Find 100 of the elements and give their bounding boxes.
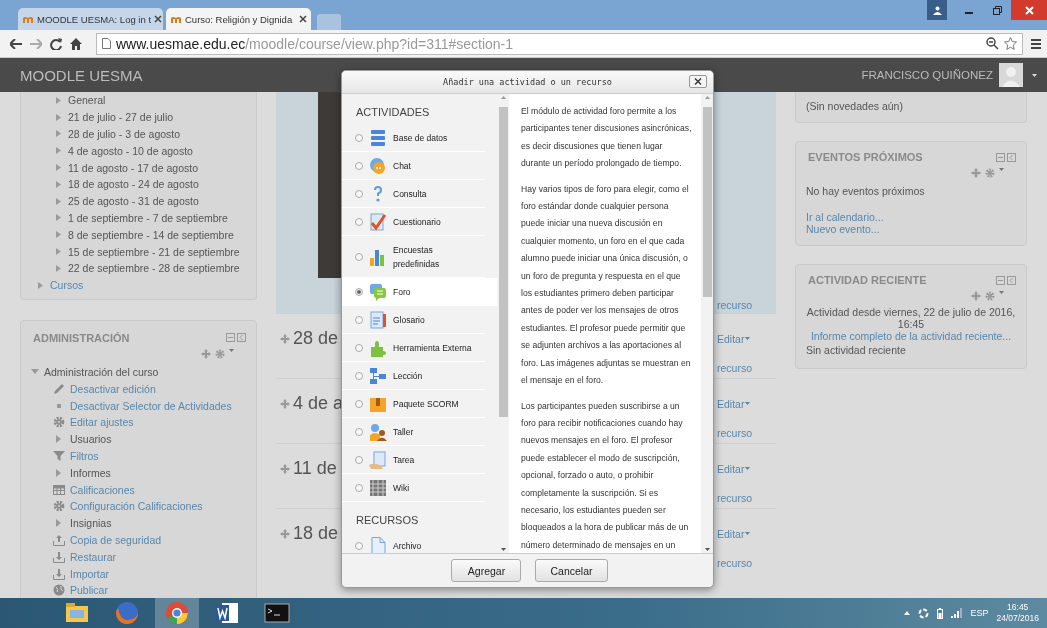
module-option[interactable]: Base de datos: [342, 124, 485, 152]
edit-menu-link[interactable]: Editar: [717, 462, 752, 475]
back-icon[interactable]: [10, 38, 22, 49]
move-icon[interactable]: [280, 333, 290, 344]
forward-icon[interactable]: [30, 38, 42, 49]
tree-item[interactable]: 8 de septiembre - 14 de septiembre: [68, 228, 234, 241]
module-option[interactable]: Paquete SCORM: [342, 390, 485, 418]
add-resource-link[interactable]: recurso: [717, 361, 752, 378]
battery-icon[interactable]: [937, 607, 944, 619]
caret-icon[interactable]: [1032, 73, 1037, 77]
tree-item[interactable]: Informes: [70, 466, 111, 479]
site-name[interactable]: MOODLE UESMA: [20, 66, 143, 84]
scroll-down-icon[interactable]: [500, 548, 506, 551]
block-link[interactable]: Nuevo evento...: [806, 223, 1016, 235]
module-option[interactable]: Herramienta Externa: [342, 334, 485, 362]
tree-item[interactable]: 11 de agosto - 17 de agosto: [68, 161, 198, 174]
add-resource-link[interactable]: recurso: [717, 426, 752, 443]
tree-link[interactable]: Desactivar edición: [70, 382, 156, 395]
add-resource-link[interactable]: recurso: [717, 491, 752, 508]
edit-menu-link[interactable]: Editar: [717, 527, 752, 540]
dialog-button[interactable]: Cancelar: [535, 559, 608, 582]
tree-link[interactable]: Calificaciones: [70, 483, 135, 496]
scrollbar[interactable]: [701, 94, 713, 553]
dock-icon[interactable]: [1007, 152, 1016, 162]
tree-link[interactable]: Cursos: [50, 279, 84, 292]
full-report-link[interactable]: Informe completo de la actividad reciente...: [806, 330, 1016, 342]
gear-icon[interactable]: [985, 168, 995, 178]
tree-item[interactable]: 22 de septiembre - 28 de septiembre: [68, 262, 240, 275]
tree-item[interactable]: Insignias: [70, 517, 112, 530]
module-option[interactable]: Taller: [342, 418, 485, 446]
close-icon[interactable]: [299, 15, 307, 23]
user-name[interactable]: FRANCISCO QUIÑONEZ: [861, 69, 993, 81]
signal-icon[interactable]: [951, 608, 963, 618]
radio-button[interactable]: [355, 483, 363, 492]
clock-time[interactable]: 16:45: [1007, 602, 1029, 613]
caret-icon[interactable]: [999, 291, 1004, 294]
gear-icon[interactable]: [985, 291, 995, 301]
browser-tab[interactable]: MOODLE UESMA: Log in t: [18, 8, 163, 30]
module-option[interactable]: Chat: [342, 152, 485, 180]
tree-item[interactable]: 4 de agosto - 10 de agosto: [68, 144, 193, 157]
scroll-down-icon[interactable]: [704, 548, 710, 551]
move-icon[interactable]: [201, 348, 211, 359]
minimize-icon[interactable]: [226, 333, 235, 343]
triangle-icon[interactable]: [37, 280, 44, 290]
tree-link[interactable]: Copia de seguridad: [70, 533, 162, 546]
module-option[interactable]: Consulta: [342, 180, 485, 208]
scroll-up-icon[interactable]: [500, 96, 506, 99]
caret-icon[interactable]: [745, 337, 751, 341]
tree-item[interactable]: 18 de agosto - 24 de agosto: [68, 178, 199, 191]
move-icon[interactable]: [971, 291, 981, 301]
caret-icon[interactable]: [999, 168, 1004, 171]
radio-button[interactable]: [355, 189, 363, 198]
menu-icon[interactable]: [1031, 38, 1041, 49]
caret-icon[interactable]: [745, 402, 751, 406]
language-indicator[interactable]: ESP: [970, 608, 989, 618]
tree-item[interactable]: 25 de agosto - 31 de agosto: [68, 195, 199, 208]
close-icon[interactable]: [154, 15, 163, 23]
tree-item[interactable]: General: [68, 94, 106, 107]
radio-button[interactable]: [355, 399, 363, 408]
module-option[interactable]: Wiki: [342, 474, 485, 502]
dock-icon[interactable]: [1007, 275, 1016, 285]
close-button[interactable]: [689, 75, 707, 88]
radio-button[interactable]: [355, 133, 363, 142]
radio-button[interactable]: [355, 541, 363, 550]
browser-tab[interactable]: Curso: Religión y Dignida: [166, 8, 311, 30]
move-icon[interactable]: [280, 398, 290, 409]
radio-button[interactable]: [355, 371, 363, 380]
edit-menu-link[interactable]: Editar: [717, 332, 752, 345]
minimize-icon[interactable]: [996, 275, 1005, 285]
tree-item[interactable]: 1 de septiembre - 7 de septiembre: [68, 211, 228, 224]
add-resource-link[interactable]: recurso: [717, 556, 752, 573]
tree-link[interactable]: Editar ajustes: [70, 416, 134, 429]
close-icon[interactable]: [694, 78, 702, 85]
tree-link[interactable]: Desactivar Selector de Actividades: [70, 399, 232, 412]
minimize-icon[interactable]: [996, 152, 1005, 162]
tree-item[interactable]: 15 de septiembre - 21 de septiembre: [68, 245, 240, 258]
home-icon[interactable]: [70, 37, 82, 50]
dialog-button[interactable]: Agregar: [451, 559, 522, 582]
tree-link[interactable]: Filtros: [70, 449, 99, 462]
new-tab-button[interactable]: [317, 14, 341, 30]
module-option[interactable]: Tarea: [342, 446, 485, 474]
reload-icon[interactable]: [50, 37, 62, 50]
address-bar[interactable]: www.uesmae.edu.ec/moodle/course/view.php?id=311#section-1: [96, 32, 1023, 55]
radio-button[interactable]: [355, 252, 363, 261]
radio-button[interactable]: [355, 427, 363, 436]
module-option[interactable]: Cuestionario: [342, 208, 485, 236]
edit-menu-link[interactable]: Editar: [717, 397, 752, 410]
avatar[interactable]: [999, 63, 1023, 87]
move-icon[interactable]: [971, 168, 981, 178]
tree-item[interactable]: 28 de julio - 3 de agosto: [68, 128, 181, 140]
caret-icon[interactable]: [745, 467, 751, 471]
scrollbar[interactable]: [497, 94, 509, 553]
radio-button[interactable]: [355, 455, 363, 464]
close-button[interactable]: [1011, 0, 1047, 20]
gear-icon[interactable]: [215, 348, 225, 359]
caret-icon[interactable]: [745, 532, 751, 536]
tree-link[interactable]: Publicar: [70, 584, 108, 597]
move-icon[interactable]: [280, 463, 290, 474]
move-icon[interactable]: [280, 528, 290, 539]
module-option[interactable]: Glosario: [342, 306, 485, 334]
